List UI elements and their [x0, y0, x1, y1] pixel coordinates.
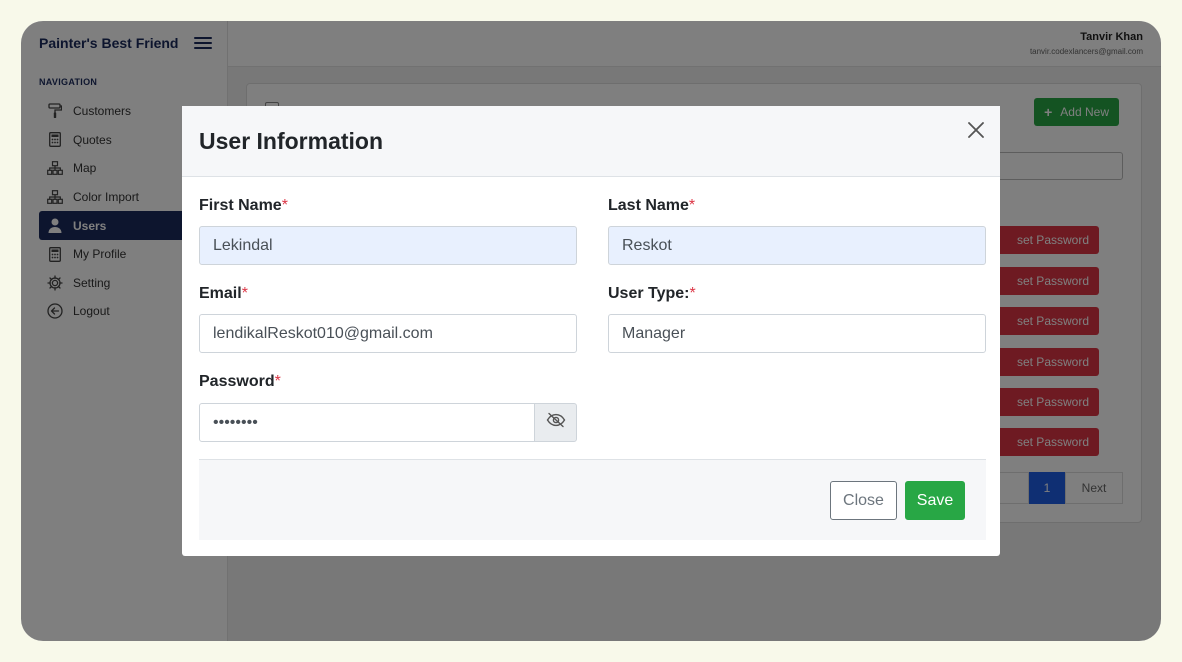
close-button[interactable]: Close [830, 481, 897, 520]
first-name-label: First Name* [199, 197, 288, 214]
last-name-label: Last Name* [608, 197, 696, 214]
required-mark: * [688, 197, 696, 214]
email-field[interactable]: lendikalReskot010@gmail.com [199, 314, 577, 353]
user-information-modal: User Information First Name* Lekindal La… [182, 106, 1000, 556]
eye-slash-icon [546, 412, 566, 433]
save-button[interactable]: Save [905, 481, 965, 520]
user-type-select[interactable]: Manager [608, 314, 986, 353]
modal-header: User Information [182, 106, 1000, 177]
user-type-label: User Type:* [608, 285, 696, 302]
required-mark: * [241, 285, 248, 302]
password-label: Password* [199, 373, 281, 390]
last-name-field[interactable]: Reskot [608, 226, 986, 265]
close-icon[interactable] [964, 118, 988, 142]
required-mark: * [281, 197, 288, 214]
first-name-field[interactable]: Lekindal [199, 226, 577, 265]
password-field[interactable]: •••••••• [199, 403, 535, 442]
required-mark: * [274, 373, 281, 390]
email-label: Email* [199, 285, 248, 302]
modal-footer: Close Save [199, 459, 986, 540]
modal-title: User Information [199, 128, 384, 154]
toggle-password-visibility-button[interactable] [534, 403, 577, 442]
required-mark: * [689, 285, 696, 302]
